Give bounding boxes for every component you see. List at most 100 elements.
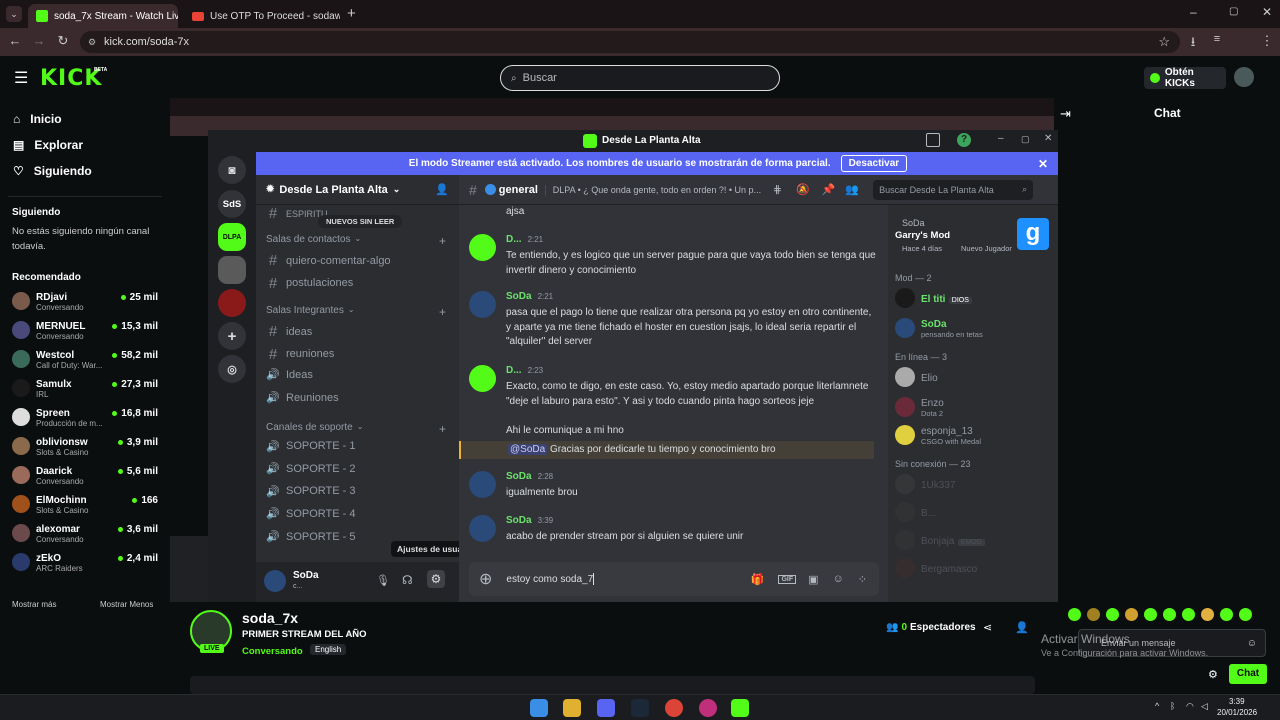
recommended-channel[interactable]: Daarick Conversando 5,6 mil [0,463,170,492]
member-item[interactable]: 1Uk337 [895,474,955,494]
tab-gmail[interactable]: Use OTP To Proceed - sodawar ✕ [184,4,340,28]
emote-icon[interactable] [1220,608,1233,621]
file-explorer-icon[interactable] [563,699,581,717]
channel-item[interactable]: 🔊 Ideas [266,368,451,382]
author-avatar[interactable] [469,291,496,318]
add-channel-icon[interactable]: + [439,234,446,248]
show-less-link[interactable]: Mostrar Menos [100,600,153,609]
headphones-icon[interactable]: ☊ [402,573,413,587]
address-bar[interactable]: ⚙ kick.com/soda-7x ☆ [80,31,1180,53]
emote-icon[interactable] [1106,608,1119,621]
author-name[interactable]: SoDa [506,515,532,526]
emote-icon[interactable] [1125,608,1138,621]
channel-topic[interactable]: DLPA • ¿ Que onda gente, todo en orden ?… [553,185,761,195]
add-member-icon[interactable]: 👤 [435,183,449,196]
add-channel-icon[interactable]: + [439,422,446,436]
author-avatar[interactable] [469,515,496,542]
clock-date[interactable]: 20/01/2026 [1217,708,1257,717]
recommended-channel[interactable]: Westcol Call of Duty: War... 58,2 mil [0,347,170,376]
message-input-box[interactable]: ⊕ estoy como soda_7 🎁 GIF ▣ ☺ ⁘ [469,562,879,596]
steam-taskbar-icon[interactable] [631,699,649,717]
restore-window-icon[interactable]: ▢ [1229,6,1238,17]
emote-icon[interactable] [1163,608,1176,621]
server-sds[interactable]: SdS [218,190,246,218]
tab-media-icon[interactable]: ≡ [1208,33,1226,45]
emote-icon[interactable] [1068,608,1081,621]
member-item[interactable]: esponja_13 CSGO with Medal [895,423,981,446]
back-icon[interactable]: ← [6,33,24,48]
tray-chevron-icon[interactable]: ^ [1155,701,1159,711]
author-name[interactable]: D... [506,365,522,376]
member-item[interactable]: B... [895,502,936,522]
stream-category[interactable]: Conversando [242,646,303,657]
download-icon[interactable]: ⭳ [1184,33,1202,55]
new-tab-button[interactable]: + [347,5,356,22]
hamburger-menu-icon[interactable]: ☰ [14,68,28,88]
microphone-icon[interactable]: 🎙 [376,574,390,587]
chat-settings-icon[interactable]: ⚙ [1208,668,1218,681]
recommended-channel[interactable]: Spreen Producción de m... 16,8 mil [0,405,170,434]
add-channel-icon[interactable]: + [439,305,446,319]
emote-icon[interactable] [1144,608,1157,621]
kick-taskbar-icon[interactable] [731,699,749,717]
author-avatar[interactable] [469,365,496,392]
channel-item[interactable]: 🔊 SOPORTE - 1 [266,440,451,453]
gift-icon[interactable]: 🎁 [751,573,765,586]
channel-item[interactable]: # quiero-comentar-algo [266,252,451,269]
member-item[interactable]: Bergamasco [895,558,977,578]
channel-category[interactable]: Salas de contactos ⌄ + [266,234,446,248]
author-name[interactable]: SoDa [506,291,532,302]
user-avatar[interactable] [1234,67,1254,87]
channel-item[interactable]: # ideas [266,323,451,340]
channel-item[interactable]: 🔊 SOPORTE - 4 [266,507,451,521]
nav-explorar[interactable]: ▤ Explorar [0,132,170,158]
windows-start-icon[interactable] [530,699,548,717]
emote-icon[interactable] [1201,608,1214,621]
author-avatar[interactable] [469,471,496,498]
settings-gear-icon[interactable]: ⚙ [427,570,445,588]
disable-streamer-button[interactable]: Desactivar [840,155,908,172]
nav-siguiendo[interactable]: ♡ Siguiendo [0,158,170,184]
emote-icon[interactable] [1182,608,1195,621]
threads-icon[interactable]: ⋕ [773,183,782,196]
emoji-icon[interactable]: ☺ [833,573,844,585]
channel-item[interactable]: # postulaciones [266,275,451,292]
member-item[interactable]: Enzo Dota 2 [895,395,944,418]
user-avatar[interactable] [264,570,286,592]
recommended-channel[interactable]: RDjavi Conversando 25 mil [0,289,170,318]
member-item[interactable]: Elio [895,367,938,387]
bluetooth-icon[interactable]: ᛒ [1170,701,1175,711]
discord-taskbar-icon[interactable] [597,699,615,717]
close-banner-icon[interactable]: ✕ [1038,157,1048,171]
message-input-text[interactable]: estoy como soda_7 [506,574,593,585]
bookmark-star-icon[interactable]: ☆ [1158,34,1170,50]
tab-search-icon[interactable]: ⌄ [6,6,22,22]
language-tag[interactable]: English [310,644,347,655]
minimize-window-icon[interactable]: – [1190,5,1197,19]
user-mention[interactable]: @SoDa [508,444,548,455]
members-list-icon[interactable]: 👥 [845,183,859,196]
apps-icon[interactable]: ⁘ [858,573,867,586]
close-window-icon[interactable]: ✕ [1262,5,1272,19]
collapse-chat-icon[interactable]: ⇥ [1060,106,1071,122]
emote-icon[interactable] [1087,608,1100,621]
discord-close-icon[interactable]: ✕ [1044,133,1052,144]
discover-icon[interactable]: ◎ [218,355,246,383]
channel-category[interactable]: Canales de soporte ⌄ + [266,422,446,436]
nav-inicio[interactable]: ⌂ Inicio [0,106,170,132]
channel-name[interactable]: soda_7x [242,610,298,626]
channel-item[interactable]: 🔊 Reuniones [266,391,451,405]
volume-icon[interactable]: ◁ [1201,701,1208,712]
follow-icon[interactable]: 👤 [1015,621,1029,634]
browser-menu-icon[interactable]: ⋮ [1258,33,1276,49]
channel-search-box[interactable]: Buscar Desde La Planta Alta ⌕ [873,179,1034,200]
pin-icon[interactable]: 📌 [822,183,836,196]
activity-card[interactable]: SoDa Garry's Mod Hace 4 días Nuevo Jugad… [888,211,1060,259]
discord-maximize-icon[interactable]: ▢ [1021,134,1030,145]
recommended-channel[interactable]: ElMochinn Slots & Casino 166 [0,492,170,521]
recommended-channel[interactable]: zEkO ARC Raiders 2,4 mil [0,550,170,579]
forward-icon[interactable]: → [30,33,48,48]
clock-time[interactable]: 3:39 [1229,697,1245,706]
channel-item[interactable]: # reuniones [266,346,451,363]
recommended-channel[interactable]: alexomar Conversando 3,6 mil [0,521,170,550]
